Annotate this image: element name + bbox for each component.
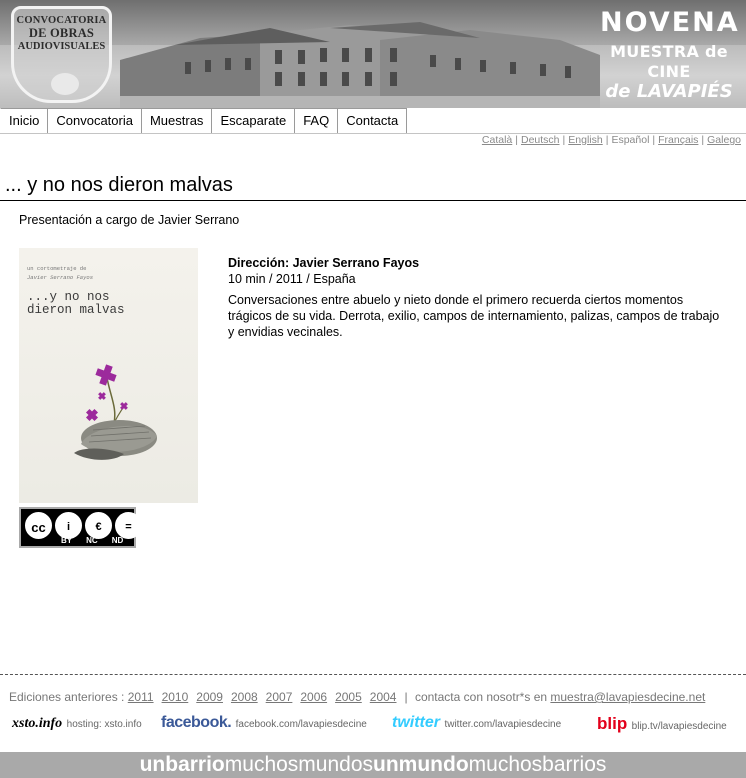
convocatoria-badge[interactable]: CONVOCATORIA DE OBRAS AUDIOVISUALES (11, 6, 112, 103)
nav-item-inicio[interactable]: Inicio (0, 108, 49, 134)
page-title: ... y no nos dieron malvas (5, 174, 233, 196)
nav-item-faq[interactable]: FAQ (295, 108, 339, 134)
header-banner: CONVOCATORIA DE OBRAS AUDIOVISUALES NOVE… (0, 0, 746, 108)
license-label-nd: ND (111, 536, 124, 545)
license-label-by: BY (61, 536, 73, 545)
license-label-nc: NC (86, 536, 98, 545)
edition-link-2009[interactable]: 2009 (196, 690, 223, 704)
contact-label: contacta con nosotr*s en (414, 690, 548, 704)
lang-catala[interactable]: Català (482, 134, 512, 146)
lang-separator: | (701, 134, 705, 146)
badge-line-2: DE OBRAS (28, 26, 95, 40)
title-divider (0, 200, 746, 201)
lang-separator: | (652, 134, 656, 146)
by-icon: i (55, 512, 82, 539)
nav-item-escaparate[interactable]: Escaparate (212, 108, 296, 134)
xsto-logo: xsto.info (12, 716, 63, 731)
lang-espanol: Español (611, 134, 650, 146)
edition-link-2005[interactable]: 2005 (335, 690, 362, 704)
edition-link-2007[interactable]: 2007 (266, 690, 293, 704)
nc-icon: € (85, 512, 112, 539)
blip-logo: blip (597, 714, 628, 733)
contact-email-link[interactable]: muestra@lavapiesdecine.net (550, 690, 705, 704)
facebook-logo: facebook. (161, 714, 232, 731)
footer-divider (0, 674, 746, 675)
festival-logo-line-1: NOVENA (600, 7, 740, 38)
film-info: Dirección: Javier Serrano Fayos 10 min /… (228, 255, 728, 340)
edition-link-2010[interactable]: 2010 (162, 690, 189, 704)
xsto-text: hosting: xsto.info (66, 719, 142, 730)
film-direction: Dirección: Javier Serrano Fayos (228, 256, 420, 270)
poster-illustration (74, 364, 157, 460)
slogan-part-1: unbarrio (139, 753, 225, 776)
blip-text: blip.tv/lavapiesdecine (631, 721, 727, 732)
badge-line-1: CONVOCATORIA (16, 15, 107, 26)
lang-separator: | (562, 134, 566, 146)
edition-link-2006[interactable]: 2006 (300, 690, 327, 704)
badge-line-3: AUDIOVISUALES (17, 41, 106, 52)
nav-item-contacta[interactable]: Contacta (338, 108, 408, 134)
festival-logo[interactable]: NOVENA MUESTRA de CINE de LAVAPIÉS (600, 8, 738, 102)
slogan-part-3: unmundo (373, 753, 469, 776)
nav-item-muestras[interactable]: Muestras (141, 108, 213, 134)
editions-label: Ediciones anteriores : (9, 690, 125, 704)
lang-francais[interactable]: Français (658, 134, 698, 146)
twitter-text: twitter.com/lavapiesdecine (444, 719, 562, 730)
film-description: Conversaciones entre abuelo y nieto dond… (228, 293, 720, 339)
lang-separator: | (515, 134, 518, 146)
edition-link-2008[interactable]: 2008 (231, 690, 258, 704)
edition-link-2011[interactable]: 2011 (128, 690, 154, 704)
lang-english[interactable]: English (568, 134, 602, 146)
xsto-link[interactable]: xsto.info hosting: xsto.info (12, 714, 142, 732)
previous-editions: Ediciones anteriores : 2011 2010 2009 2008 2… (9, 690, 705, 704)
festival-logo-line-3: de LAVAPIÉS (605, 81, 733, 102)
facebook-text: facebook.com/lavapiesdecine (235, 719, 367, 730)
footer-separator: | (404, 690, 408, 704)
lang-galego[interactable]: Galego (707, 134, 741, 146)
presentation-note: Presentación a cargo de Javier Serrano (19, 213, 240, 227)
creative-commons-badge[interactable]: cc i € = BY NC ND (19, 507, 142, 548)
cc-icon: cc (25, 512, 52, 539)
nd-icon: = (115, 512, 142, 539)
nav-item-convocatoria[interactable]: Convocatoria (48, 108, 142, 134)
film-poster[interactable]: un cortometraje de Javier Serrano Fayos … (19, 248, 198, 503)
camera-icon (51, 73, 79, 95)
slogan-part-4: muchosbarrios (468, 753, 607, 776)
festival-logo-line-2: MUESTRA de CINE (610, 42, 728, 81)
main-nav: Inicio Convocatoria Muestras Escaparate … (0, 108, 408, 134)
slogan-part-2: muchosmundos (224, 753, 374, 776)
lang-deutsch[interactable]: Deutsch (521, 134, 560, 146)
language-selector: Català | Deutsch | English | Español | Français |… (482, 134, 741, 146)
twitter-link[interactable]: twitter twitter.com/lavapiesdecine (392, 714, 561, 732)
facebook-link[interactable]: facebook. facebook.com/lavapiesdecine (161, 714, 367, 732)
edition-link-2004[interactable]: 2004 (370, 690, 397, 704)
footer-slogan: unbarriomuchosmundosunmundomuchosbarrios (0, 752, 746, 778)
twitter-logo: twitter (392, 714, 440, 731)
flower-cross-icon (85, 364, 128, 422)
blip-link[interactable]: blip blip.tv/lavapiesdecine (597, 714, 727, 734)
social-links: xsto.info hosting: xsto.info facebook. f… (0, 710, 746, 736)
film-meta: 10 min / 2011 / España (228, 272, 356, 286)
